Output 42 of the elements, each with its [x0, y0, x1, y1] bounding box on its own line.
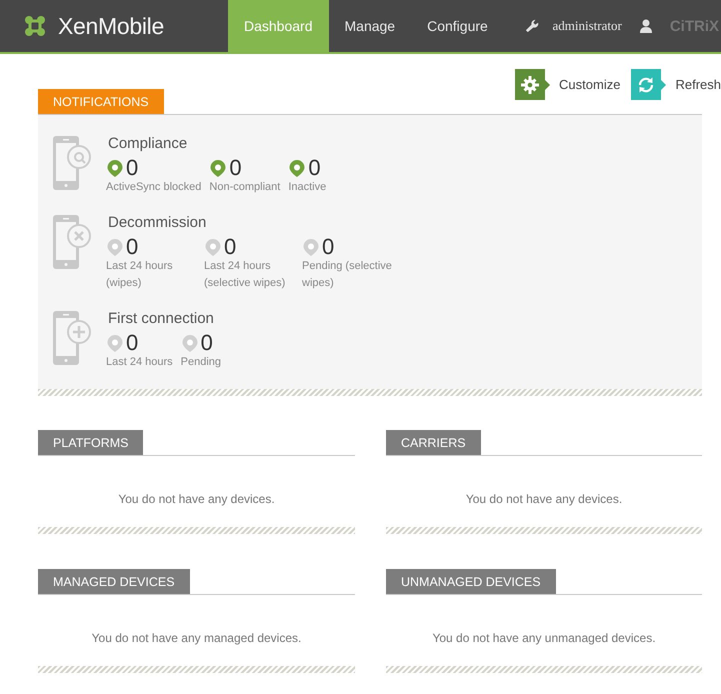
user-name[interactable]: administrator [552, 18, 622, 34]
stat-count[interactable]: 0 [308, 157, 321, 179]
nav-tab[interactable]: Configure [411, 0, 504, 52]
stat-label: Inactive [288, 180, 326, 195]
gear-icon [521, 76, 540, 94]
phone-icon [52, 310, 92, 367]
logo-icon [24, 15, 46, 37]
wrench-icon[interactable] [524, 18, 538, 34]
stat-count[interactable]: 0 [126, 332, 138, 354]
group-title: First connection [108, 310, 215, 327]
phone-icon [52, 135, 92, 192]
stat-count[interactable]: 0 [322, 236, 334, 258]
refresh-button[interactable]: Refresh [631, 69, 721, 100]
stat-count[interactable]: 0 [200, 332, 213, 354]
refresh-icon [637, 76, 656, 94]
stat-count[interactable]: 0 [126, 157, 138, 179]
empty-message: You do not have any devices. [464, 491, 624, 508]
widget-title: MANAGED DEVICES [38, 569, 190, 594]
stat-label: Last 24 hours (wipes) [106, 259, 174, 291]
widget-title: CARRIERS [386, 430, 481, 455]
widget-title: UNMANAGED DEVICES [386, 569, 556, 594]
widget-title: PLATFORMS [38, 430, 144, 455]
stat-label: Last 24 hours (selective wipes) [204, 259, 286, 291]
stat-count[interactable]: 0 [126, 236, 138, 258]
empty-message: You do not have any devices. [117, 491, 276, 508]
stat-label: Pending (selective wipes) [302, 259, 392, 291]
section-title: NOTIFICATIONS [38, 89, 164, 114]
stat-label: Non-compliant [209, 180, 280, 195]
group-title: Compliance [108, 135, 188, 152]
group-title: Decommission [108, 214, 208, 231]
empty-message: You do not have any managed devices. [90, 630, 302, 647]
app-logo: XenMobile [58, 12, 164, 40]
customize-button[interactable]: Customize [515, 69, 620, 100]
stat-label: Pending [180, 355, 222, 370]
stat-count[interactable]: 0 [224, 236, 236, 258]
stat-count[interactable]: 0 [229, 157, 242, 179]
empty-message: You do not have any unmanaged devices. [431, 630, 657, 647]
stat-label: ActiveSync blocked [106, 180, 202, 195]
user-icon[interactable] [640, 19, 652, 33]
nav-tab[interactable]: Manage [328, 0, 412, 52]
phone-icon [52, 214, 92, 271]
stat-label: Last 24 hours [106, 355, 173, 370]
